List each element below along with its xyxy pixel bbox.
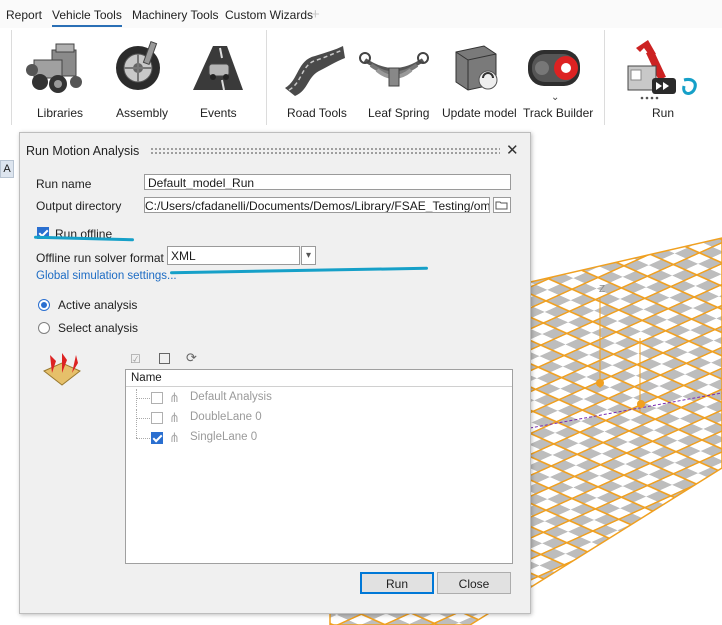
active-analysis-label: Active analysis bbox=[58, 298, 138, 312]
update-model-button[interactable] bbox=[433, 40, 513, 96]
road-tools-icon bbox=[285, 46, 345, 96]
assembly-label: Assembly bbox=[116, 106, 169, 120]
leaf-spring-button[interactable] bbox=[354, 40, 434, 96]
name-column-header[interactable]: Name bbox=[131, 372, 162, 384]
tree-row[interactable]: ⋔ DoubleLane 0 bbox=[126, 409, 512, 427]
check-all-icon[interactable]: ☑ bbox=[130, 352, 144, 366]
tree-item-checkbox[interactable] bbox=[151, 432, 163, 444]
update-model-icon bbox=[455, 45, 498, 91]
tree-item-label: Default Analysis bbox=[190, 391, 272, 403]
track-builder-label: Track Builder bbox=[523, 106, 594, 120]
tree-item-checkbox[interactable] bbox=[151, 412, 163, 424]
track-builder-icon bbox=[528, 50, 580, 86]
tab-machinery-tools[interactable]: Machinery Tools bbox=[132, 8, 218, 22]
events-button[interactable] bbox=[178, 40, 258, 96]
chevron-down-icon[interactable]: ⌄ bbox=[551, 92, 559, 103]
update-model-label: Update model bbox=[442, 106, 517, 120]
run-name-label: Run name bbox=[36, 177, 92, 191]
close-icon[interactable]: ✕ bbox=[506, 141, 519, 159]
run-icon bbox=[627, 40, 697, 100]
output-directory-label: Output directory bbox=[36, 199, 122, 213]
menu-tab-bar: Report Vehicle Tools Machinery Tools Cus… bbox=[0, 0, 722, 28]
tree-header: Name bbox=[126, 370, 512, 387]
leaf-spring-label: Leaf Spring bbox=[368, 106, 430, 120]
output-directory-input[interactable]: C:/Users/cfadanelli/Documents/Demos/Libr… bbox=[144, 197, 490, 213]
refresh-icon[interactable]: ⟳ bbox=[186, 350, 197, 366]
uncheck-all-icon[interactable] bbox=[159, 353, 170, 364]
run-button[interactable] bbox=[622, 40, 702, 100]
tree-item-label: SingleLane 0 bbox=[190, 431, 258, 443]
folder-browse-icon[interactable] bbox=[493, 197, 511, 213]
active-analysis-radio[interactable] bbox=[38, 299, 50, 311]
road-tools-label: Road Tools bbox=[287, 106, 347, 120]
dialog-title: Run Motion Analysis bbox=[26, 144, 140, 158]
assembly-button[interactable] bbox=[98, 40, 178, 96]
select-analysis-radio[interactable] bbox=[38, 322, 50, 334]
dialog-drag-handle[interactable] bbox=[150, 147, 500, 155]
chevron-down-icon[interactable]: ▾ bbox=[301, 246, 316, 265]
libraries-label: Libraries bbox=[37, 106, 84, 120]
events-label: Events bbox=[200, 106, 237, 120]
tab-report[interactable]: Report bbox=[6, 8, 42, 22]
tree-item-checkbox[interactable] bbox=[151, 392, 163, 404]
analysis-item-icon: ⋔ bbox=[169, 430, 180, 445]
solver-format-label: Offline run solver format bbox=[36, 251, 164, 265]
z-axis-label: Z bbox=[599, 284, 606, 295]
solver-format-select[interactable]: XML bbox=[167, 246, 300, 265]
select-analysis-label: Select analysis bbox=[58, 321, 139, 335]
tree-row[interactable]: ⋔ SingleLane 0 bbox=[126, 429, 512, 447]
analysis-tree: Name ⋔ Default Analysis ⋔ DoubleLane 0 ⋔… bbox=[125, 369, 513, 564]
close-dialog-button[interactable]: Close bbox=[437, 572, 511, 594]
road-tools-button[interactable] bbox=[274, 40, 354, 96]
libraries-icon bbox=[26, 43, 82, 93]
annotation-underline bbox=[169, 266, 429, 275]
global-simulation-settings-link[interactable]: Global simulation settings... bbox=[36, 270, 177, 282]
analysis-icon bbox=[43, 353, 81, 386]
ribbon-separator bbox=[11, 30, 12, 125]
leaf-spring-icon bbox=[359, 52, 429, 87]
track-builder-button[interactable]: ⌄ bbox=[515, 40, 595, 103]
analysis-item-icon: ⋔ bbox=[169, 390, 180, 405]
ribbon-separator bbox=[604, 30, 605, 125]
assembly-icon bbox=[116, 40, 160, 90]
tab-custom-wizards[interactable]: Custom Wizards bbox=[225, 8, 313, 22]
events-icon bbox=[193, 46, 243, 91]
add-tab-icon[interactable]: + bbox=[311, 7, 320, 22]
libraries-button[interactable] bbox=[17, 40, 97, 96]
run-motion-analysis-dialog: Run Motion Analysis ✕ Run name Default_m… bbox=[19, 132, 531, 614]
analysis-item-icon: ⋔ bbox=[169, 410, 180, 425]
tree-item-label: DoubleLane 0 bbox=[190, 411, 262, 423]
tree-row[interactable]: ⋔ Default Analysis bbox=[126, 389, 512, 407]
run-label: Run bbox=[652, 106, 675, 120]
ribbon-separator bbox=[266, 30, 267, 125]
run-dialog-button[interactable]: Run bbox=[360, 572, 434, 594]
tab-vehicle-tools[interactable]: Vehicle Tools bbox=[52, 8, 122, 27]
run-name-input[interactable]: Default_model_Run bbox=[144, 174, 511, 190]
